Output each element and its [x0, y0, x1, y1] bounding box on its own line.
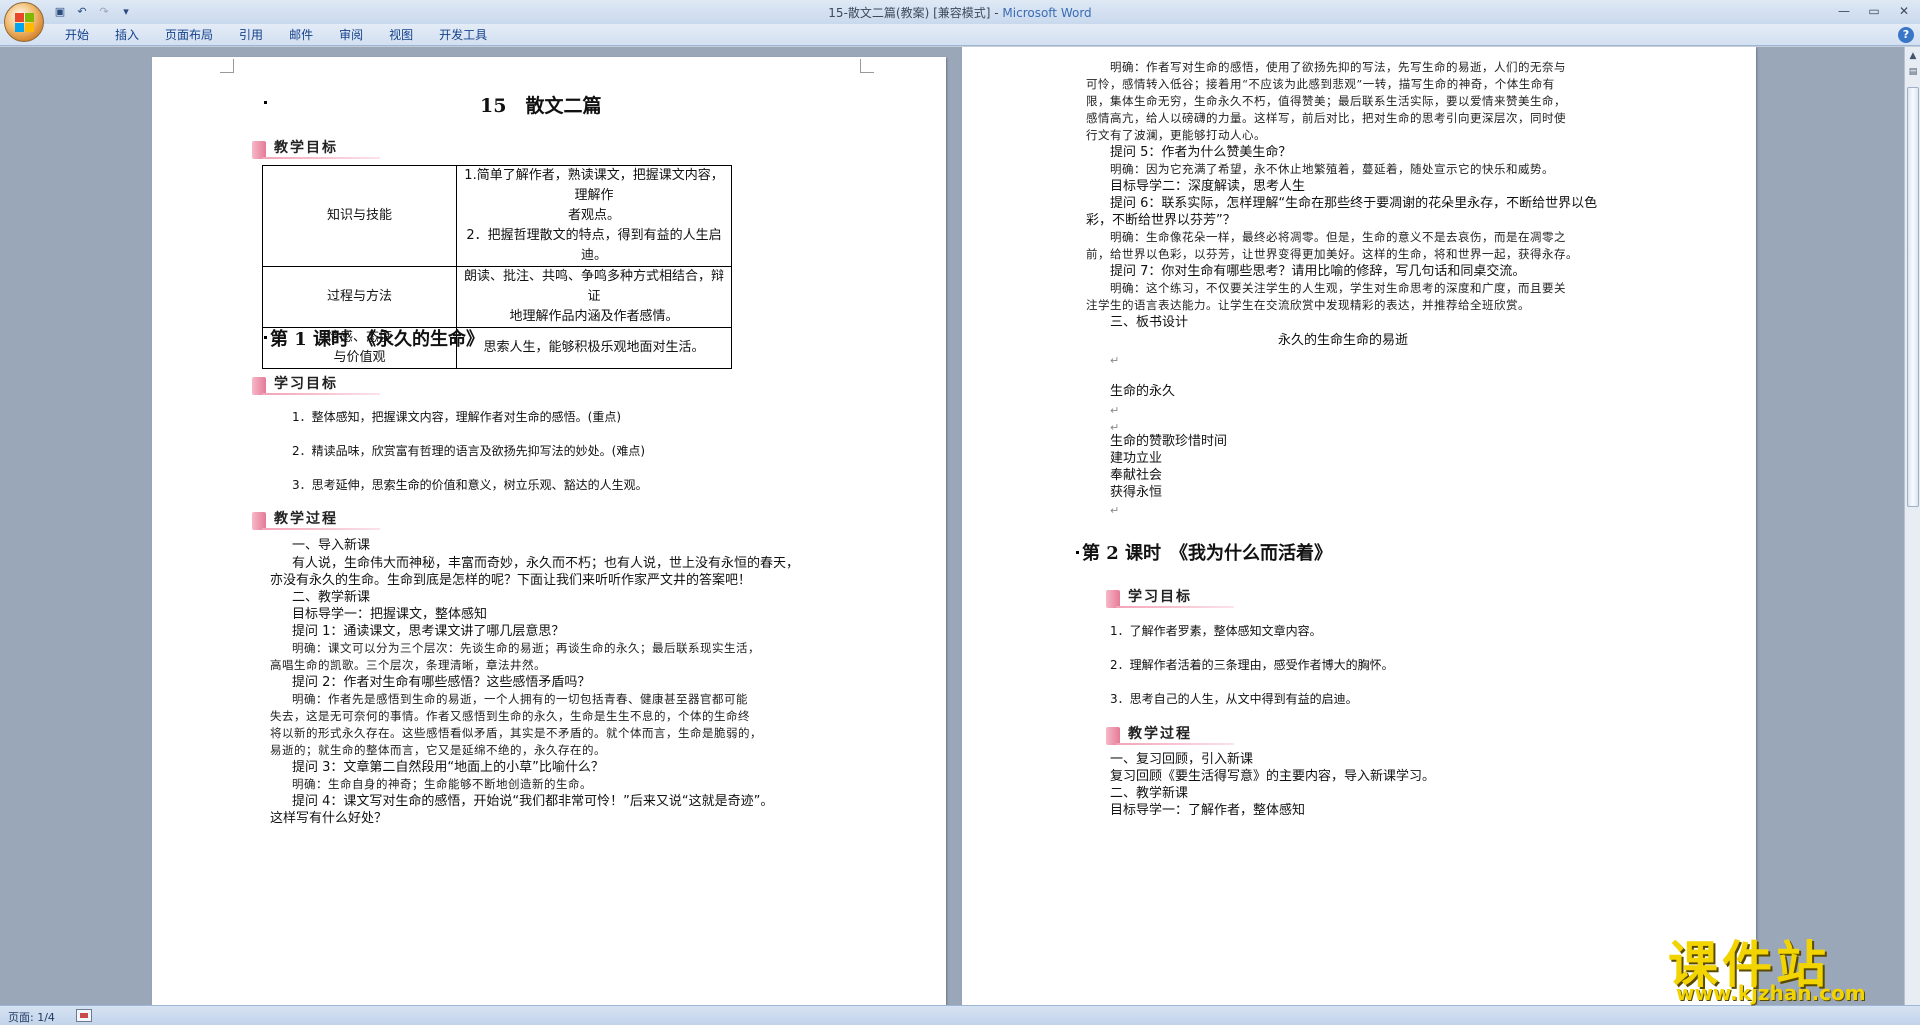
learning-goal: 3．思考延伸，思索生命的价值和意义，树立乐观、豁达的人生观。 [292, 478, 648, 492]
ribbon: 开始 插入 页面布局 引用 邮件 审阅 视图 开发工具 ? [0, 24, 1920, 46]
document-page-2[interactable]: 明确：作者写对生命的感悟，使用了欲扬先抑的写法，先写生命的易逝，人们的无奈与 可… [962, 47, 1756, 1005]
learning-goal: 3．思考自己的人生，从文中得到有益的启迪。 [1110, 692, 1358, 706]
status-bar: 页面: 1/4 [0, 1005, 1920, 1025]
tab-mailings[interactable]: 邮件 [276, 27, 326, 43]
window-title: 15-散文二篇(教案) [兼容模式] - Microsoft Word [0, 4, 1920, 21]
scroll-up-icon[interactable]: ▲ [1906, 49, 1920, 64]
teaching-process-label: 教学过程 [1128, 726, 1192, 742]
tab-view[interactable]: 视图 [376, 27, 426, 43]
tab-developer[interactable]: 开发工具 [426, 27, 500, 43]
lesson-2-title: 第 2 课时 《我为什么而活着》 [1082, 543, 1333, 564]
tab-review[interactable]: 审阅 [326, 27, 376, 43]
table-cell-category: 知识与技能 [262, 165, 457, 267]
learning-goals-label: 学习目标 [274, 376, 338, 392]
learning-goals-label: 学习目标 [1128, 589, 1192, 605]
watermark-url: www.kjzhan.com [1676, 981, 1866, 1005]
crop-mark [860, 59, 874, 73]
window-controls: — ▭ ✕ [1834, 2, 1914, 20]
document-workspace: 15 散文二篇 教学目标 知识与技能 1.简单了解作者，熟读课文，把握课文内容，… [0, 47, 1904, 1005]
office-button[interactable] [4, 2, 44, 42]
teaching-process-banner: 教学过程 [252, 508, 392, 532]
tab-insert[interactable]: 插入 [102, 27, 152, 43]
learning-goals-banner: 学习目标 [252, 373, 392, 397]
learning-goal: 1．整体感知，把握课文内容，理解作者对生命的感悟。(重点) [292, 410, 622, 424]
teaching-process-banner-2: 教学过程 [1106, 723, 1246, 747]
maximize-icon[interactable]: ▭ [1864, 2, 1884, 20]
tab-home[interactable]: 开始 [52, 27, 102, 43]
page-count[interactable]: 页面: 1/4 [8, 1009, 55, 1025]
body-line: 目标导学一：了解作者，整体感知 [1110, 803, 1306, 818]
app-name: Microsoft Word [1002, 6, 1092, 20]
paragraph-mark [264, 101, 267, 104]
paragraph-mark: ↵ [1110, 354, 1120, 367]
document-title: 15-散文二篇(教案) [兼容模式] - [828, 6, 1003, 20]
table-cell-content: 1.简单了解作者，熟读课文，把握课文内容，理解作 者观点。 2．把握哲理散文的特… [456, 165, 732, 267]
title-bar: ▣ ↶ ↷ ▾ 15-散文二篇(教案) [兼容模式] - Microsoft W… [0, 0, 1920, 24]
body-line: 三、板书设计 [1110, 315, 1189, 330]
table-cell-content: 朗读、批注、共鸣、争鸣多种方式相结合，辩证 地理解作品内涵及作者感情。 [456, 266, 732, 328]
vertical-scrollbar[interactable]: ▲ ▤ [1904, 47, 1920, 1005]
tab-references[interactable]: 引用 [226, 27, 276, 43]
scrollbar-thumb[interactable] [1907, 87, 1919, 507]
learning-goal: 2．精读品味，欣赏富有哲理的语言及欲扬先抑写法的妙处。(难点) [292, 444, 646, 458]
learning-goal: 2．理解作者活着的三条理由，感受作者博大的胸怀。 [1110, 658, 1394, 672]
board-item: 生命的永久 [1110, 384, 1176, 399]
learning-goals-banner-2: 学习目标 [1106, 586, 1246, 610]
table-cell-content: 思索人生，能够积极乐观地面对生活。 [456, 327, 732, 369]
paragraph-mark [1076, 551, 1079, 554]
teaching-goals-label: 教学目标 [274, 140, 338, 156]
body-line: 这样写有什么好处？ [270, 811, 388, 826]
tab-page-layout[interactable]: 页面布局 [152, 27, 226, 43]
crop-mark [220, 59, 234, 73]
proofing-icon[interactable] [76, 1009, 92, 1022]
ribbon-tabs: 开始 插入 页面布局 引用 邮件 审阅 视图 开发工具 [52, 27, 500, 43]
minimize-icon[interactable]: — [1834, 2, 1854, 20]
lesson-1-title: 第 1 课时 《永久的生命》 [270, 329, 485, 350]
paragraph-mark: ↵ [1110, 504, 1120, 517]
page-title: 15 散文二篇 [480, 95, 602, 117]
teaching-process-label: 教学过程 [274, 511, 338, 527]
board-title: 永久的生命生命的易逝 [1278, 333, 1409, 348]
learning-goal: 1．了解作者罗素，整体感知文章内容。 [1110, 624, 1322, 638]
office-logo-icon [15, 13, 35, 33]
document-page-1[interactable]: 15 散文二篇 教学目标 知识与技能 1.简单了解作者，熟读课文，把握课文内容，… [152, 57, 946, 1005]
help-icon[interactable]: ? [1898, 27, 1914, 43]
table-cell-category: 过程与方法 [262, 266, 457, 328]
close-icon[interactable]: ✕ [1894, 2, 1914, 20]
teaching-goals-banner: 教学目标 [252, 137, 392, 161]
ruler-toggle-icon[interactable]: ▤ [1906, 65, 1920, 80]
site-watermark: 课件站 www.kjzhan.com [1668, 925, 1918, 1005]
paragraph-mark [264, 336, 267, 339]
